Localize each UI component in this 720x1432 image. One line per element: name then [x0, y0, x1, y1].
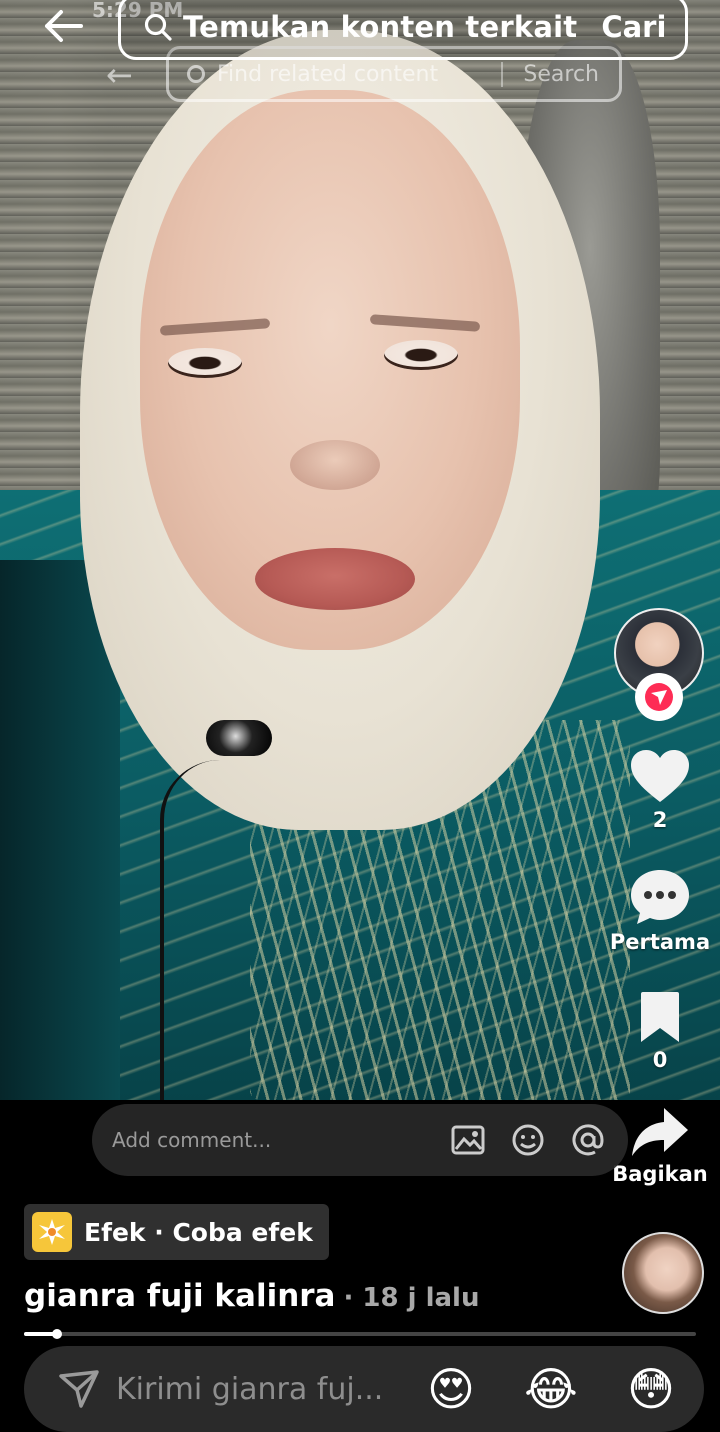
creator-avatar[interactable]	[622, 1232, 704, 1314]
emoji-sticker-icon[interactable]	[508, 1120, 548, 1160]
video-progress-knob[interactable]	[51, 1329, 62, 1339]
effect-badge[interactable]: Efek · Coba efek	[24, 1204, 329, 1260]
search-button[interactable]: Cari	[577, 10, 690, 44]
video-author[interactable]: gianra fuji kalinra · 18 j lalu	[24, 1278, 479, 1314]
search-bar[interactable]: Temukan konten terkait Cari	[118, 0, 688, 60]
effect-label: Efek · Coba efek	[84, 1217, 313, 1247]
add-comment-bar[interactable]: Add comment...	[92, 1104, 628, 1176]
video-subject-lips	[255, 548, 415, 610]
comment-button[interactable]: Pertama	[600, 868, 720, 954]
video-subject-eye	[384, 340, 458, 370]
ghost-search-icon	[187, 65, 205, 83]
like-button[interactable]: 2	[600, 748, 720, 832]
back-button[interactable]	[38, 4, 88, 48]
share-label: Bagikan	[612, 1162, 708, 1186]
video-progress-bar[interactable]	[24, 1329, 696, 1339]
send-arrow-icon	[645, 683, 673, 711]
direct-reply-bar[interactable]: Kirimi gianra fuj... 😍 😂 😳	[24, 1346, 704, 1432]
back-arrow-icon	[45, 10, 83, 42]
video-subject-eye	[168, 348, 242, 378]
paper-plane-icon	[56, 1366, 102, 1412]
sparkle-icon	[32, 1212, 72, 1252]
video-subject-mic-wire	[160, 760, 250, 1100]
comment-bubble-icon	[631, 870, 689, 924]
like-count: 2	[652, 808, 668, 832]
bookmark-icon	[641, 992, 679, 1042]
direct-reply-input[interactable]: Kirimi gianra fuj...	[116, 1372, 386, 1407]
search-icon	[143, 10, 173, 44]
video-subject-nose	[290, 440, 380, 490]
emoji-flushed-button[interactable]: 😳	[616, 1366, 686, 1412]
search-input[interactable]: Temukan konten terkait	[183, 10, 577, 44]
follow-button[interactable]	[635, 673, 683, 721]
emoji-tears-of-joy-button[interactable]: 😂	[516, 1366, 586, 1412]
favorite-count: 0	[652, 1048, 668, 1072]
add-comment-input[interactable]: Add comment...	[112, 1128, 448, 1152]
ghost-search-placeholder: Find related content	[217, 61, 439, 87]
favorite-button[interactable]: 0	[600, 990, 720, 1072]
heart-icon	[631, 750, 689, 802]
video-subject-microphone	[206, 720, 272, 756]
author-username[interactable]: gianra fuji kalinra	[24, 1278, 335, 1314]
video-progress-fill	[24, 1329, 62, 1339]
comment-label: Pertama	[609, 930, 711, 954]
mention-icon[interactable]	[568, 1120, 608, 1160]
ghost-search-button: Search	[501, 61, 599, 87]
ghost-back-arrow-icon: ←	[106, 56, 133, 94]
image-icon[interactable]	[448, 1120, 488, 1160]
share-arrow-icon	[632, 1108, 688, 1156]
post-timestamp: · 18 j lalu	[343, 1283, 480, 1313]
emoji-heart-eyes-button[interactable]: 😍	[416, 1366, 486, 1412]
